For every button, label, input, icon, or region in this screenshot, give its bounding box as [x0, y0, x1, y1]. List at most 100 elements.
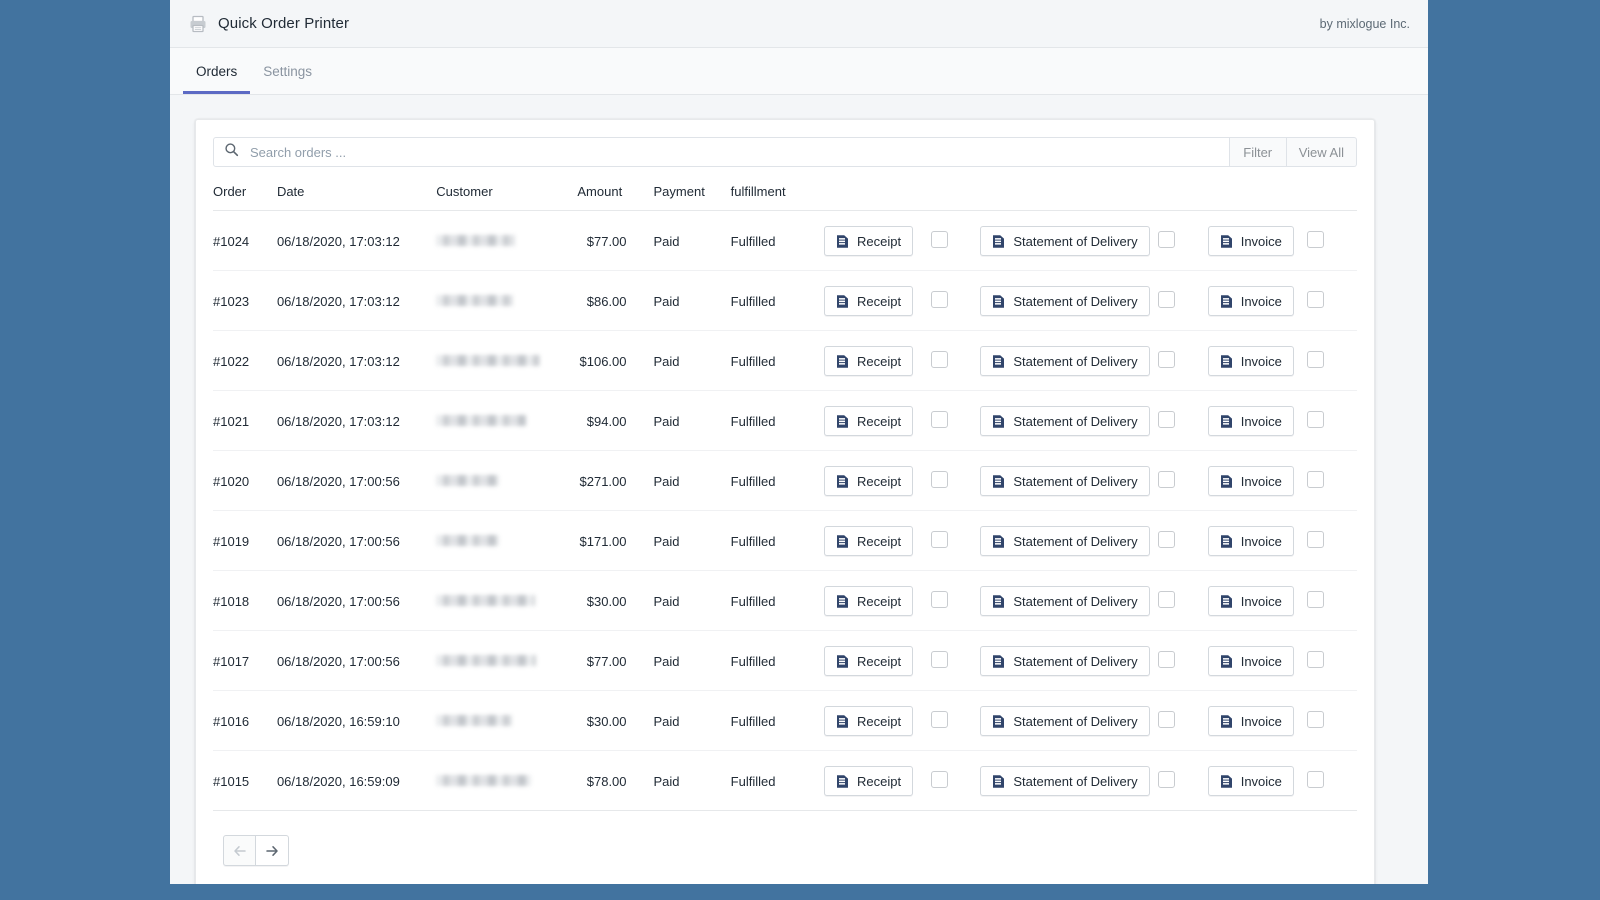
invoice-checkbox[interactable]: [1307, 471, 1324, 488]
cell-amount: $106.00: [577, 331, 653, 391]
column-header-receipt: [824, 167, 931, 211]
pagination-next-button[interactable]: [256, 835, 289, 866]
statement-checkbox[interactable]: [1158, 651, 1175, 668]
print-invoice-button[interactable]: Invoice: [1208, 646, 1294, 676]
document-icon: [1220, 354, 1233, 369]
customer-redacted: [436, 355, 540, 366]
invoice-checkbox[interactable]: [1307, 711, 1324, 728]
statement-checkbox[interactable]: [1158, 471, 1175, 488]
search-input[interactable]: [248, 144, 1219, 161]
statement-checkbox[interactable]: [1158, 231, 1175, 248]
receipt-checkbox[interactable]: [931, 231, 948, 248]
invoice-checkbox[interactable]: [1307, 291, 1324, 308]
column-header-customer: Customer: [436, 167, 577, 211]
print-receipt-button[interactable]: Receipt: [824, 466, 913, 496]
cell-payment: Paid: [654, 571, 731, 631]
invoice-checkbox[interactable]: [1307, 591, 1324, 608]
invoice-checkbox[interactable]: [1307, 351, 1324, 368]
print-invoice-label: Invoice: [1241, 474, 1282, 489]
table-row: #101606/18/2020, 16:59:10$30.00PaidFulfi…: [213, 691, 1357, 751]
print-statement-button[interactable]: Statement of Delivery: [980, 346, 1149, 376]
print-invoice-button[interactable]: Invoice: [1208, 406, 1294, 436]
print-statement-button[interactable]: Statement of Delivery: [980, 706, 1149, 736]
table-row: #102106/18/2020, 17:03:12$94.00PaidFulfi…: [213, 391, 1357, 451]
print-statement-button[interactable]: Statement of Delivery: [980, 766, 1149, 796]
print-receipt-button[interactable]: Receipt: [824, 286, 913, 316]
receipt-checkbox[interactable]: [931, 771, 948, 788]
cell-payment: Paid: [654, 751, 731, 811]
customer-redacted: [436, 595, 535, 606]
print-receipt-label: Receipt: [857, 534, 901, 549]
print-receipt-button[interactable]: Receipt: [824, 706, 913, 736]
table-header-row: Order Date Customer Amount Payment fulfi…: [213, 167, 1357, 211]
print-receipt-button[interactable]: Receipt: [824, 766, 913, 796]
cell-date: 06/18/2020, 17:00:56: [277, 571, 436, 631]
document-icon: [836, 714, 849, 729]
search-box[interactable]: [213, 137, 1230, 167]
print-invoice-button[interactable]: Invoice: [1208, 526, 1294, 556]
print-invoice-button[interactable]: Invoice: [1208, 586, 1294, 616]
receipt-checkbox[interactable]: [931, 291, 948, 308]
print-invoice-button[interactable]: Invoice: [1208, 706, 1294, 736]
document-icon: [992, 594, 1005, 609]
print-statement-button[interactable]: Statement of Delivery: [980, 646, 1149, 676]
print-statement-button[interactable]: Statement of Delivery: [980, 226, 1149, 256]
print-statement-button[interactable]: Statement of Delivery: [980, 286, 1149, 316]
statement-checkbox[interactable]: [1158, 771, 1175, 788]
cell-fulfillment: Fulfilled: [731, 271, 824, 331]
document-icon: [992, 714, 1005, 729]
print-receipt-button[interactable]: Receipt: [824, 346, 913, 376]
print-invoice-button[interactable]: Invoice: [1208, 226, 1294, 256]
receipt-checkbox[interactable]: [931, 651, 948, 668]
print-receipt-button[interactable]: Receipt: [824, 646, 913, 676]
cell-payment: Paid: [654, 511, 731, 571]
print-receipt-label: Receipt: [857, 354, 901, 369]
cell-amount: $171.00: [577, 511, 653, 571]
table-row: #101706/18/2020, 17:00:56$77.00PaidFulfi…: [213, 631, 1357, 691]
print-invoice-button[interactable]: Invoice: [1208, 466, 1294, 496]
receipt-checkbox[interactable]: [931, 711, 948, 728]
print-receipt-button[interactable]: Receipt: [824, 526, 913, 556]
statement-checkbox[interactable]: [1158, 291, 1175, 308]
print-receipt-label: Receipt: [857, 714, 901, 729]
invoice-checkbox[interactable]: [1307, 651, 1324, 668]
print-statement-button[interactable]: Statement of Delivery: [980, 586, 1149, 616]
document-icon: [1220, 654, 1233, 669]
receipt-checkbox[interactable]: [931, 471, 948, 488]
statement-checkbox[interactable]: [1158, 531, 1175, 548]
statement-checkbox[interactable]: [1158, 591, 1175, 608]
print-receipt-label: Receipt: [857, 474, 901, 489]
statement-checkbox[interactable]: [1158, 411, 1175, 428]
receipt-checkbox[interactable]: [931, 591, 948, 608]
tab-orders[interactable]: Orders: [183, 48, 250, 94]
arrow-left-icon: [232, 843, 248, 859]
tab-settings[interactable]: Settings: [250, 48, 325, 94]
receipt-checkbox[interactable]: [931, 531, 948, 548]
app-frame: Quick Order Printer by mixlogue Inc. Ord…: [170, 0, 1428, 884]
print-receipt-button[interactable]: Receipt: [824, 406, 913, 436]
invoice-checkbox[interactable]: [1307, 411, 1324, 428]
document-icon: [836, 414, 849, 429]
statement-checkbox[interactable]: [1158, 351, 1175, 368]
statement-checkbox[interactable]: [1158, 711, 1175, 728]
invoice-checkbox[interactable]: [1307, 531, 1324, 548]
pagination-prev-button[interactable]: [223, 835, 256, 866]
print-receipt-button[interactable]: Receipt: [824, 226, 913, 256]
invoice-checkbox[interactable]: [1307, 231, 1324, 248]
filter-button[interactable]: Filter: [1230, 137, 1287, 167]
view-all-button[interactable]: View All: [1287, 137, 1357, 167]
print-statement-button[interactable]: Statement of Delivery: [980, 406, 1149, 436]
print-invoice-button[interactable]: Invoice: [1208, 766, 1294, 796]
cell-date: 06/18/2020, 17:03:12: [277, 391, 436, 451]
cell-amount: $94.00: [577, 391, 653, 451]
tab-orders-label: Orders: [196, 64, 237, 79]
cell-payment: Paid: [654, 211, 731, 271]
print-statement-button[interactable]: Statement of Delivery: [980, 526, 1149, 556]
receipt-checkbox[interactable]: [931, 351, 948, 368]
receipt-checkbox[interactable]: [931, 411, 948, 428]
invoice-checkbox[interactable]: [1307, 771, 1324, 788]
print-statement-button[interactable]: Statement of Delivery: [980, 466, 1149, 496]
print-receipt-button[interactable]: Receipt: [824, 586, 913, 616]
print-invoice-button[interactable]: Invoice: [1208, 286, 1294, 316]
print-invoice-button[interactable]: Invoice: [1208, 346, 1294, 376]
